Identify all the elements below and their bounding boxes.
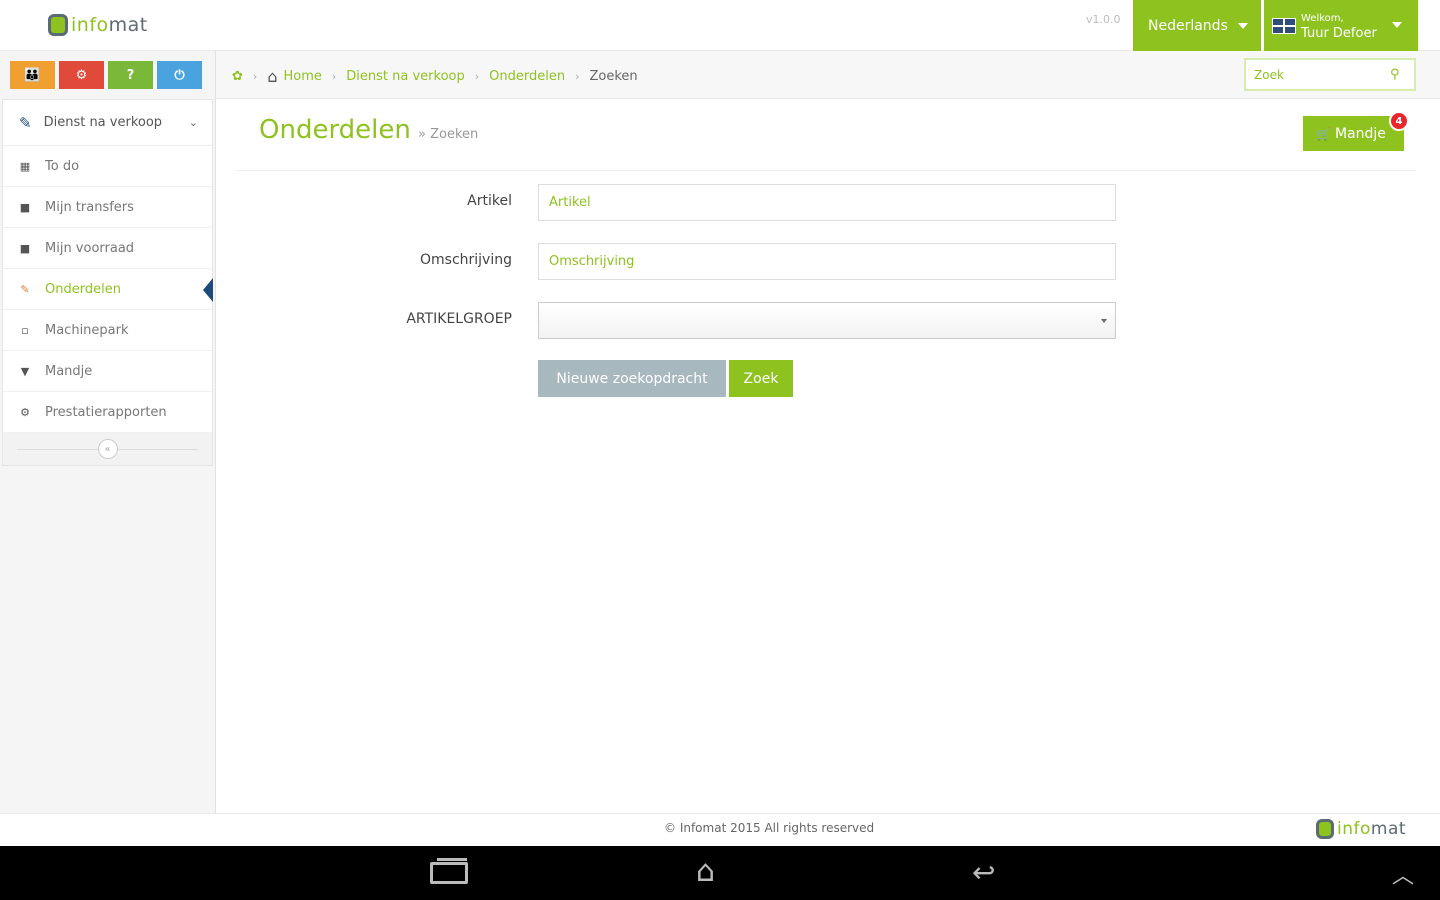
sidebar-section-label: Dienst na verkoop: [43, 115, 163, 130]
cart-count-badge: 4: [1389, 111, 1409, 131]
global-search: ⚲: [1244, 58, 1416, 91]
version-label: v1.0.0: [1086, 13, 1121, 26]
sidebar-shortcuts: 👪 ⚙ ? ⏻: [10, 61, 206, 89]
help-icon: ?: [126, 67, 135, 83]
page-title: Onderdelen: [259, 115, 411, 145]
search-input[interactable]: [1246, 60, 1386, 89]
sidebar-collapse-row: «: [3, 433, 212, 465]
new-search-button[interactable]: Nieuwe zoekopdracht: [538, 360, 726, 397]
logo-mark-icon: [1316, 819, 1334, 839]
sidebar-section-dienst-na-verkoop[interactable]: ✎ Dienst na verkoop ⌄: [3, 100, 212, 146]
recent-apps-icon[interactable]: [430, 858, 468, 884]
caret-down-icon: [1237, 22, 1248, 29]
sidebar-item-label: Mandje: [45, 363, 93, 379]
caret-down-icon: [1101, 319, 1107, 323]
omschrijving-input[interactable]: [538, 243, 1116, 280]
gear-icon[interactable]: ✿: [232, 69, 243, 84]
cart-button-label: Mandje: [1334, 125, 1386, 142]
power-icon: ⏻: [174, 67, 185, 83]
sidebar-item-label: Mijn voorraad: [45, 240, 135, 256]
breadcrumb-onderdelen-link[interactable]: Onderdelen: [489, 69, 565, 84]
sidebar-item-label: To do: [45, 158, 80, 174]
page-subtitle: » Zoeken: [418, 127, 479, 142]
breadcrumb-current: Zoeken: [589, 69, 638, 84]
header-divider: [236, 170, 1416, 171]
sidebar-item-prestatierapporten[interactable]: ⚙ Prestatierapporten: [3, 392, 212, 433]
sidebar-item-label: Onderdelen: [45, 281, 121, 297]
language-label: Nederlands: [1148, 17, 1228, 34]
caret-down-icon: [1392, 22, 1402, 28]
user-menu-dropdown[interactable]: Welkom, Tuur Defoer: [1264, 0, 1418, 51]
language-dropdown[interactable]: Nederlands: [1133, 0, 1261, 51]
footer: © Infomat 2015 All rights reserved infom…: [0, 813, 1440, 846]
artikel-input[interactable]: [538, 184, 1116, 221]
sidebar-item-onderdelen[interactable]: ✎ Onderdelen: [3, 269, 213, 310]
breadcrumb-dienst-na-verkoop-link[interactable]: Dienst na verkoop: [346, 69, 464, 84]
sidebar-item-label: Mijn transfers: [45, 199, 134, 215]
artikelgroep-label: ARTIKELGROEP: [406, 311, 512, 327]
sidebar-item-mijn-voorraad[interactable]: ■ Mijn voorraad: [3, 228, 212, 269]
truck-icon: ■: [19, 200, 31, 214]
artikel-label: Artikel: [467, 193, 512, 209]
sidebar: 👪 ⚙ ? ⏻ ✎ Dienst na verkoop ⌄ ▦ To do ■ …: [0, 51, 216, 813]
breadcrumb-bar: ✿ › ⌂ Home › Dienst na verkoop › Onderde…: [216, 51, 1440, 99]
sidebar-item-mandje[interactable]: ▼ Mandje: [3, 351, 212, 392]
wrench-icon: ✎: [19, 113, 32, 132]
chevron-up-icon[interactable]: ︿: [1392, 858, 1414, 890]
users-icon: 👪: [24, 67, 41, 83]
back-icon[interactable]: ↩: [972, 856, 995, 889]
logo-text: infomat: [1337, 819, 1407, 839]
sidebar-item-to-do[interactable]: ▦ To do: [3, 146, 212, 187]
copyright-text: © Infomat 2015 All rights reserved: [664, 821, 875, 835]
logo-text: infomat: [71, 14, 148, 36]
machine-icon: ▫: [21, 323, 29, 337]
double-chevron-left-icon: «: [104, 443, 111, 455]
cart-icon: 🛒: [1316, 126, 1331, 141]
avatar: [1272, 17, 1296, 34]
chevron-right-icon: ›: [331, 70, 337, 83]
search-icon[interactable]: ⚲: [1390, 67, 1400, 82]
sidebar-item-mijn-transfers[interactable]: ■ Mijn transfers: [3, 187, 212, 228]
shortcut-settings-button[interactable]: ⚙: [59, 61, 104, 89]
shortcut-users-button[interactable]: 👪: [10, 61, 55, 89]
chevron-right-icon: ›: [474, 70, 480, 83]
sidebar-item-label: Prestatierapporten: [45, 404, 167, 420]
android-nav-bar: ⌂ ↩ ︿: [0, 846, 1440, 900]
cogs-icon: ⚙: [75, 67, 88, 83]
calendar-icon: ▦: [19, 159, 31, 173]
sidebar-item-machinepark[interactable]: ▫ Machinepark: [3, 310, 212, 351]
omschrijving-label: Omschrijving: [420, 252, 512, 268]
search-button[interactable]: Zoek: [729, 360, 793, 397]
shortcut-logout-button[interactable]: ⏻: [157, 61, 202, 89]
chevron-right-icon: ›: [575, 70, 580, 83]
top-navbar: infomat v1.0.0 Nederlands Welkom, Tuur D…: [0, 0, 1440, 51]
cart-icon: ▼: [20, 364, 30, 378]
footer-logo: infomat: [1316, 819, 1406, 839]
cogs-icon: ⚙: [20, 405, 30, 419]
shortcut-help-button[interactable]: ?: [108, 61, 153, 89]
home-icon: ⌂: [267, 67, 278, 86]
wrench-icon: ✎: [20, 282, 30, 296]
briefcase-icon: ■: [19, 241, 31, 255]
sidebar-item-label: Machinepark: [45, 322, 129, 338]
breadcrumb: ✿ › ⌂ Home › Dienst na verkoop › Onderde…: [232, 67, 638, 86]
sidebar-menu: ✎ Dienst na verkoop ⌄ ▦ To do ■ Mijn tra…: [2, 99, 213, 466]
app-logo[interactable]: infomat: [48, 12, 148, 38]
logo-mark-icon: [48, 14, 68, 36]
breadcrumb-home-link[interactable]: Home: [283, 69, 321, 84]
artikelgroep-select[interactable]: [538, 302, 1116, 339]
chevron-down-icon: ⌄: [188, 116, 198, 129]
user-name: Tuur Defoer: [1301, 25, 1377, 41]
home-icon[interactable]: ⌂: [696, 854, 715, 889]
chevron-right-icon: ›: [252, 70, 258, 83]
welcome-text: Welkom,: [1301, 12, 1344, 24]
collapse-sidebar-button[interactable]: «: [97, 439, 118, 459]
